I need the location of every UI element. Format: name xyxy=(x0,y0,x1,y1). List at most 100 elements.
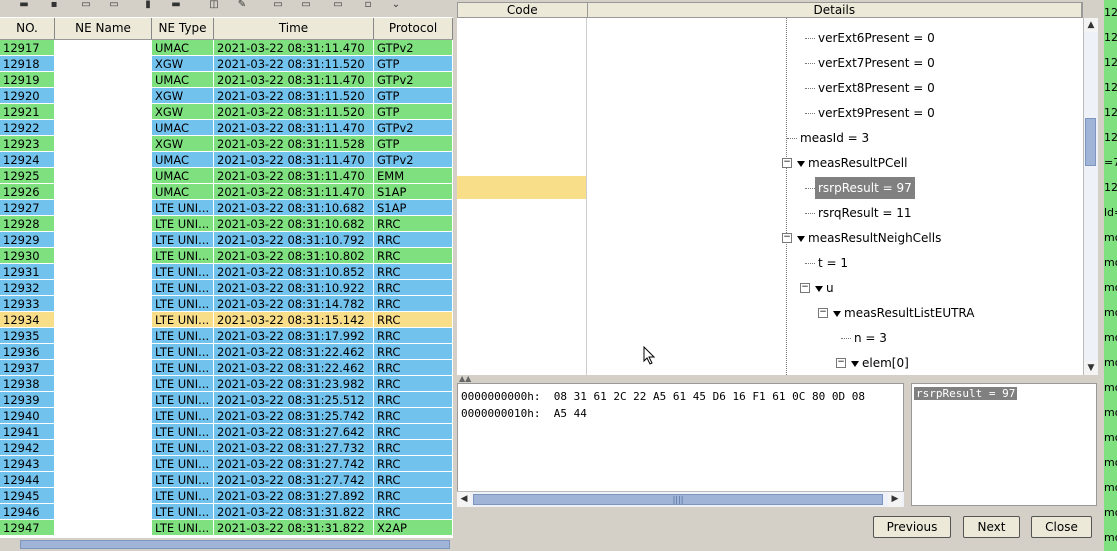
tree-node[interactable]: elem[0] xyxy=(859,352,912,374)
expand-arrow-icon[interactable] xyxy=(833,311,841,317)
expand-arrow-icon[interactable] xyxy=(797,161,805,167)
toolbar-icon-9[interactable]: ▭ xyxy=(272,0,284,10)
expand-arrow-icon[interactable] xyxy=(851,361,859,367)
table-row[interactable]: 12943 LTE UNI... 2021-03-22 08:31:27.742 RR… xyxy=(0,456,453,472)
tree-vertical-scrollbar[interactable]: ▲ ▼ xyxy=(1083,18,1098,375)
column-header-ne-name[interactable]: NE Name xyxy=(55,18,152,39)
scroll-up-icon[interactable]: ▲ xyxy=(1084,18,1098,32)
table-row[interactable]: 12936 LTE UNI... 2021-03-22 08:31:22.462 RR… xyxy=(0,344,453,360)
next-button[interactable]: Next xyxy=(963,516,1020,538)
toolbar-icon-12[interactable]: ▫ xyxy=(362,0,374,10)
scrollbar-thumb[interactable] xyxy=(1085,118,1096,166)
table-row[interactable]: 12942 LTE UNI... 2021-03-22 08:31:27.732 RR… xyxy=(0,440,453,456)
table-row[interactable]: 12930 LTE UNI... 2021-03-22 08:31:10.802 RR… xyxy=(0,248,453,264)
tree-node[interactable]: u xyxy=(823,277,837,299)
table-row[interactable]: 12931 LTE UNI... 2021-03-22 08:31:10.852 RR… xyxy=(0,264,453,280)
previous-button[interactable]: Previous xyxy=(873,516,951,538)
hex-line: 0000000000h: 08 31 61 2C 22 A5 61 45 D6 … xyxy=(461,390,865,403)
cell-no: 12923 xyxy=(0,136,55,152)
scrollbar-thumb[interactable]: |||| xyxy=(473,494,883,505)
tree-branch-line xyxy=(805,113,815,114)
toolbar-icon-1[interactable]: ▬ xyxy=(18,0,30,10)
table-row[interactable]: 12932 LTE UNI... 2021-03-22 08:31:10.922 RR… xyxy=(0,280,453,296)
table-row[interactable]: 12927 LTE UNI... 2021-03-22 08:31:10.682 S1… xyxy=(0,200,453,216)
list-horizontal-scrollbar[interactable] xyxy=(0,538,453,551)
tree-node[interactable]: measResultPCell xyxy=(805,152,910,174)
toolbar-icon-3[interactable]: ▭ xyxy=(80,0,92,10)
tree-node[interactable]: verExt8Present = 0 xyxy=(815,77,938,99)
zoom-icon[interactable]: ◫ xyxy=(208,0,220,10)
pane-splitter[interactable]: ▲▲ xyxy=(457,375,1097,383)
scrollbar-thumb[interactable] xyxy=(20,540,450,549)
hex-horizontal-scrollbar[interactable]: ◀ |||| ▶ xyxy=(457,491,904,507)
column-header-code[interactable]: Code xyxy=(458,3,588,17)
save-icon[interactable]: ▪ xyxy=(48,0,60,10)
table-row[interactable]: 12933 LTE UNI... 2021-03-22 08:31:14.782 RR… xyxy=(0,296,453,312)
collapse-toggle-icon[interactable]: − xyxy=(818,308,828,318)
cell-no: 12942 xyxy=(0,440,55,456)
edit-icon[interactable]: ✎ xyxy=(236,0,248,10)
table-row[interactable]: 12920 XGW 2021-03-22 08:31:11.520 GTP xyxy=(0,88,453,104)
expand-arrow-icon[interactable] xyxy=(815,286,823,292)
tree-node[interactable]: measId = 3 xyxy=(797,127,872,149)
cell-no: 12926 xyxy=(0,184,55,200)
collapse-toggle-icon[interactable]: − xyxy=(782,233,792,243)
collapse-toggle-icon[interactable]: − xyxy=(800,283,810,293)
cell-ne-type: LTE UNI... xyxy=(152,360,214,376)
table-row[interactable]: 12922 UMAC 2021-03-22 08:31:11.470 GTPv2 xyxy=(0,120,453,136)
scroll-down-icon[interactable]: ▼ xyxy=(1084,361,1098,375)
collapse-arrows-icon[interactable]: ▲▲ xyxy=(459,375,471,383)
table-row[interactable]: 12938 LTE UNI... 2021-03-22 08:31:23.982 RR… xyxy=(0,376,453,392)
toolbar-icon-10[interactable]: ▭ xyxy=(300,0,312,10)
table-row[interactable]: 12934 LTE UNI... 2021-03-22 08:31:15.142 RR… xyxy=(0,312,453,328)
collapse-toggle-icon[interactable]: − xyxy=(782,158,792,168)
table-row[interactable]: 12921 XGW 2021-03-22 08:31:11.520 GTP xyxy=(0,104,453,120)
table-row[interactable]: 12941 LTE UNI... 2021-03-22 08:31:27.642 RR… xyxy=(0,424,453,440)
column-header-no[interactable]: NO. xyxy=(0,18,55,39)
table-row[interactable]: 12926 UMAC 2021-03-22 08:31:11.470 S1AP xyxy=(0,184,453,200)
column-header-protocol[interactable]: Protocol xyxy=(374,18,453,39)
table-row[interactable]: 12947 LTE UNI... 2021-03-22 08:31:31.822 X2… xyxy=(0,520,453,536)
tree-node[interactable]: n = 3 xyxy=(851,327,890,349)
table-row[interactable]: 12923 XGW 2021-03-22 08:31:11.528 GTP xyxy=(0,136,453,152)
table-row[interactable]: 12929 LTE UNI... 2021-03-22 08:31:10.792 RR… xyxy=(0,232,453,248)
cell-time: 2021-03-22 08:31:27.732 xyxy=(214,440,374,456)
tree-node[interactable]: measResultNeighCells xyxy=(805,227,944,249)
table-row[interactable]: 12928 LTE UNI... 2021-03-22 08:31:10.682 RR… xyxy=(0,216,453,232)
cell-ne-type: LTE UNI... xyxy=(152,232,214,248)
toolbar-icon-6[interactable]: ▬ xyxy=(170,0,182,10)
table-row[interactable]: 12925 UMAC 2021-03-22 08:31:11.470 EMM xyxy=(0,168,453,184)
table-row[interactable]: 12918 XGW 2021-03-22 08:31:11.520 GTP xyxy=(0,56,453,72)
scroll-left-icon[interactable]: ◀ xyxy=(457,492,471,507)
table-row[interactable]: 12935 LTE UNI... 2021-03-22 08:31:17.992 RR… xyxy=(0,328,453,344)
table-row[interactable]: 12939 LTE UNI... 2021-03-22 08:31:25.512 RR… xyxy=(0,392,453,408)
table-row[interactable]: 12946 LTE UNI... 2021-03-22 08:31:31.822 RR… xyxy=(0,504,453,520)
scroll-right-icon[interactable]: ▶ xyxy=(888,492,902,507)
column-header-ne-type[interactable]: NE Type xyxy=(152,18,214,39)
tree-node[interactable]: verExt7Present = 0 xyxy=(815,52,938,74)
selected-code-cell[interactable] xyxy=(457,176,586,199)
cell-no: 12927 xyxy=(0,200,55,216)
collapse-toggle-icon[interactable]: − xyxy=(836,358,846,368)
toolbar-icon-5[interactable]: ▮ xyxy=(142,0,154,10)
table-row[interactable]: 12919 UMAC 2021-03-22 08:31:11.470 GTPv2 xyxy=(0,72,453,88)
tree-node[interactable]: verExt9Present = 0 xyxy=(815,102,938,124)
tree-node[interactable]: measResultListEUTRA xyxy=(841,302,978,324)
table-row[interactable]: 12937 LTE UNI... 2021-03-22 08:31:22.462 RR… xyxy=(0,360,453,376)
tree-node[interactable]: t = 1 xyxy=(815,252,851,274)
table-row[interactable]: 12944 LTE UNI... 2021-03-22 08:31:27.742 RR… xyxy=(0,472,453,488)
tree-node[interactable]: rsrpResult = 97 xyxy=(815,177,915,199)
toolbar-icon-4[interactable]: ▭ xyxy=(108,0,120,10)
close-button[interactable]: Close xyxy=(1031,516,1092,538)
table-row[interactable]: 12924 UMAC 2021-03-22 08:31:11.470 GTPv2 xyxy=(0,152,453,168)
column-header-time[interactable]: Time xyxy=(214,18,374,39)
table-row[interactable]: 12917 UMAC 2021-03-22 08:31:11.470 GTPv2 xyxy=(0,40,453,56)
tree-node[interactable]: verExt6Present = 0 xyxy=(815,27,938,49)
table-row[interactable]: 12945 LTE UNI... 2021-03-22 08:31:27.892 RR… xyxy=(0,488,453,504)
tree-node[interactable]: rsrqResult = 11 xyxy=(815,202,915,224)
table-row[interactable]: 12940 LTE UNI... 2021-03-22 08:31:25.742 RR… xyxy=(0,408,453,424)
chevron-down-icon[interactable]: ⌄ xyxy=(390,0,402,10)
column-header-details[interactable]: Details xyxy=(588,3,1082,17)
toolbar-icon-11[interactable]: ▭ xyxy=(332,0,344,10)
expand-arrow-icon[interactable] xyxy=(797,236,805,242)
